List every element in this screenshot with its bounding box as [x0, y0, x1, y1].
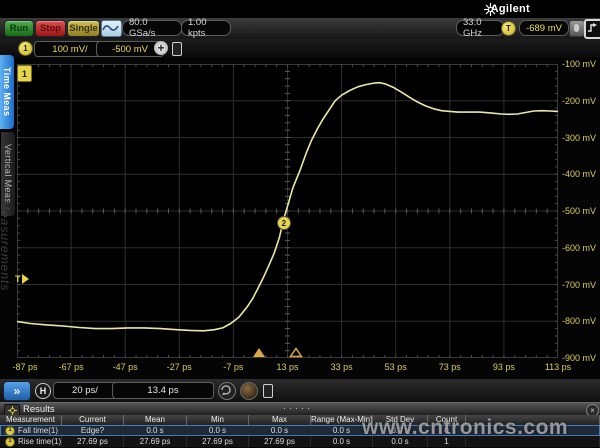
recirculate-icon[interactable]: [218, 382, 236, 400]
measurement-value: 0.0 s: [187, 425, 249, 436]
trigger-marker-label: T: [15, 274, 21, 284]
y-tick-label: -400 mV: [562, 169, 596, 179]
measurement-name: Rise time(1): [18, 436, 61, 447]
y-tick-label: -700 mV: [562, 280, 596, 290]
measurement-value: Edge?: [62, 425, 124, 436]
trigger-badge: T: [501, 21, 516, 36]
column-header[interactable]: Mean: [124, 415, 187, 425]
x-tick-label: -47 ps: [102, 362, 148, 372]
add-channel-button[interactable]: +: [154, 41, 168, 55]
x-tick-label: 33 ps: [319, 362, 365, 372]
column-header[interactable]: Current: [62, 415, 124, 425]
y-tick-label: -200 mV: [562, 96, 596, 106]
x-tick-label: -87 ps: [2, 362, 48, 372]
timebase-position-field[interactable]: 13.4 ps: [112, 382, 214, 399]
expand-panel-button[interactable]: »: [3, 381, 31, 401]
tab-time-meas[interactable]: Time Meas: [0, 55, 14, 129]
title-bar: Agilent: [0, 0, 600, 18]
x-tick-label: 93 ps: [481, 362, 527, 372]
brand-name: Agilent: [491, 3, 530, 15]
column-header[interactable]: Min: [187, 415, 249, 425]
x-tick-label: 13 ps: [265, 362, 311, 372]
y-tick-label: -900 mV: [562, 353, 596, 363]
measurement-name: Fall time(1): [18, 425, 58, 436]
x-tick-label: -27 ps: [156, 362, 202, 372]
probe-panel-icon[interactable]: [172, 42, 182, 56]
source-badge: 1: [5, 426, 15, 436]
horizontal-badge[interactable]: H: [35, 383, 51, 399]
column-header[interactable]: Measurement: [0, 415, 62, 425]
x-tick-label: 113 ps: [535, 362, 581, 372]
measurement-value: 0.0 s: [249, 425, 311, 436]
trigger-level-marker[interactable]: T: [15, 274, 29, 284]
mouse-pointer-button[interactable]: [569, 20, 585, 37]
results-title: Results: [23, 404, 55, 415]
measurement-value: 27.69 ps: [249, 436, 311, 447]
sample-rate-readout[interactable]: 80.0 GSa/s: [122, 20, 182, 36]
site-watermark: www.cntronics.com: [362, 416, 568, 440]
touch-waveform-button[interactable]: [101, 20, 122, 37]
trackball-icon[interactable]: [240, 382, 258, 400]
timebase-scale-field[interactable]: 20 ps/: [53, 382, 117, 399]
single-button[interactable]: Single: [67, 20, 100, 37]
edge-arrow-icon: [587, 22, 598, 34]
measurement-value: 27.69 ps: [62, 436, 124, 447]
waveform-plot[interactable]: [17, 64, 558, 358]
source-badge: 1: [5, 437, 15, 447]
y-tick-label: -100 mV: [562, 59, 596, 69]
channel-toolbar: 1 100 mV/ -500 mV +: [0, 39, 600, 58]
measurement-value: 0.0 s: [124, 425, 187, 436]
bandwidth-readout[interactable]: 33.0 GHz: [456, 20, 504, 36]
stop-button[interactable]: Stop: [35, 20, 66, 37]
edge-marker-stop-icon[interactable]: [289, 347, 303, 358]
y-tick-label: -300 mV: [562, 133, 596, 143]
horizontal-toolbar: » H 20 ps/ 13.4 ps: [0, 379, 600, 402]
x-tick-label: 53 ps: [373, 362, 419, 372]
x-tick-label: 73 ps: [427, 362, 473, 372]
oscilloscope-screen: Agilent Run Stop Single 80.0 GSa/s 1.00 …: [0, 0, 600, 448]
run-button[interactable]: Run: [4, 20, 34, 37]
acquisition-toolbar: Run Stop Single 80.0 GSa/s 1.00 kpts 33.…: [0, 18, 600, 39]
edge-marker-start-icon[interactable]: [253, 348, 265, 357]
measurements-watermark: Measurements: [0, 200, 12, 291]
channel-1-badge[interactable]: 1: [18, 41, 33, 56]
results-drag-handle[interactable]: ·····: [283, 403, 313, 413]
trigger-level-readout[interactable]: -689 mV: [519, 20, 569, 36]
measurement-value: 27.69 ps: [187, 436, 249, 447]
y-tick-label: -500 mV: [562, 206, 596, 216]
y-tick-label: -800 mV: [562, 316, 596, 326]
measurement-value: 27.69 ps: [124, 436, 187, 447]
trigger-arrow-icon: [22, 274, 29, 284]
results-header-bar: Results ····· ×: [0, 402, 600, 416]
channel-ground-flag[interactable]: 1: [17, 65, 32, 82]
side-panel-icon[interactable]: [263, 384, 273, 398]
waveform-touch-icon: [102, 21, 119, 34]
trigger-edge-button[interactable]: [584, 19, 600, 39]
column-header[interactable]: Max: [249, 415, 311, 425]
y-tick-label: -600 mV: [562, 243, 596, 253]
x-tick-label: -7 ps: [210, 362, 256, 372]
memory-depth-readout[interactable]: 1.00 kpts: [181, 20, 231, 36]
waveform-marker-2[interactable]: 2: [277, 216, 291, 230]
x-tick-label: -67 ps: [48, 362, 94, 372]
